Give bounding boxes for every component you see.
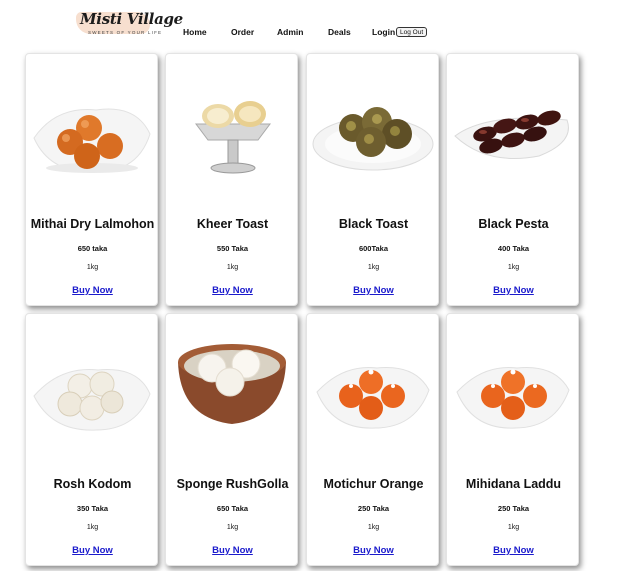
top-navbar: Misti Village SWEETS OF YOUR LIFE Home O… bbox=[0, 0, 618, 52]
buy-now-link[interactable]: Buy Now bbox=[307, 285, 440, 296]
product-name: Motichur Orange bbox=[323, 477, 424, 491]
brand-logo[interactable]: Misti Village SWEETS OF YOUR LIFE bbox=[76, 8, 183, 40]
product-name: Black Toast bbox=[338, 217, 409, 231]
product-weight: 1kg bbox=[507, 524, 520, 531]
product-card: Motichur Orange 250 Taka 1kg Buy Now bbox=[306, 313, 439, 566]
nav-admin-link[interactable]: Admin bbox=[277, 27, 303, 37]
product-card: Rosh Kodom 350 Taka 1kg Buy Now bbox=[25, 313, 158, 566]
product-price: 550 Taka bbox=[216, 244, 249, 253]
product-image bbox=[307, 336, 440, 446]
product-image bbox=[26, 336, 159, 446]
product-weight: 1kg bbox=[507, 264, 520, 271]
product-name: Mithai Dry Lalmohon bbox=[30, 217, 155, 231]
product-price: 650 taka bbox=[77, 244, 108, 253]
product-card: Sponge RushGolla 650 Taka 1kg Buy Now bbox=[165, 313, 298, 566]
product-image bbox=[166, 336, 299, 446]
product-image bbox=[26, 76, 159, 186]
buy-now-link[interactable]: Buy Now bbox=[447, 285, 580, 296]
product-price: 400 Taka bbox=[497, 244, 530, 253]
product-card: Kheer Toast 550 Taka 1kg Buy Now bbox=[165, 53, 298, 306]
brand-name: Misti Village bbox=[80, 10, 183, 28]
product-price: 650 Taka bbox=[216, 504, 249, 513]
product-name: Rosh Kodom bbox=[53, 477, 132, 491]
product-price: 600Taka bbox=[358, 244, 389, 253]
product-weight: 1kg bbox=[367, 524, 380, 531]
product-weight: 1kg bbox=[367, 264, 380, 271]
logout-button[interactable]: Log Out bbox=[396, 27, 428, 37]
buy-now-link[interactable]: Buy Now bbox=[166, 545, 299, 556]
nav-deals-link[interactable]: Deals bbox=[328, 27, 351, 37]
product-image bbox=[447, 336, 580, 446]
product-weight: 1kg bbox=[86, 264, 99, 271]
buy-now-link[interactable]: Buy Now bbox=[447, 545, 580, 556]
product-card: Mihidana Laddu 250 Taka 1kg Buy Now bbox=[446, 313, 579, 566]
product-price: 350 Taka bbox=[76, 504, 109, 513]
product-image bbox=[447, 76, 580, 186]
product-card: Mithai Dry Lalmohon 650 taka 1kg Buy Now bbox=[25, 53, 158, 306]
product-price: 250 Taka bbox=[357, 504, 390, 513]
product-image bbox=[307, 76, 440, 186]
product-name: Black Pesta bbox=[478, 217, 549, 231]
buy-now-link[interactable]: Buy Now bbox=[26, 545, 159, 556]
buy-now-link[interactable]: Buy Now bbox=[307, 545, 440, 556]
product-card: Black Pesta 400 Taka 1kg Buy Now bbox=[446, 53, 579, 306]
product-name: Sponge RushGolla bbox=[176, 477, 289, 491]
product-name: Mihidana Laddu bbox=[465, 477, 562, 491]
nav-home-link[interactable]: Home bbox=[183, 27, 207, 37]
product-image bbox=[166, 76, 299, 186]
product-name: Kheer Toast bbox=[196, 217, 269, 231]
product-weight: 1kg bbox=[226, 524, 239, 531]
product-price: 250 Taka bbox=[497, 504, 530, 513]
product-weight: 1kg bbox=[86, 524, 99, 531]
buy-now-link[interactable]: Buy Now bbox=[26, 285, 159, 296]
product-weight: 1kg bbox=[226, 264, 239, 271]
nav-order-link[interactable]: Order bbox=[231, 27, 254, 37]
product-card: Black Toast 600Taka 1kg Buy Now bbox=[306, 53, 439, 306]
buy-now-link[interactable]: Buy Now bbox=[166, 285, 299, 296]
brand-tagline: SWEETS OF YOUR LIFE bbox=[88, 30, 163, 35]
nav-login-link[interactable]: Login bbox=[372, 27, 395, 37]
